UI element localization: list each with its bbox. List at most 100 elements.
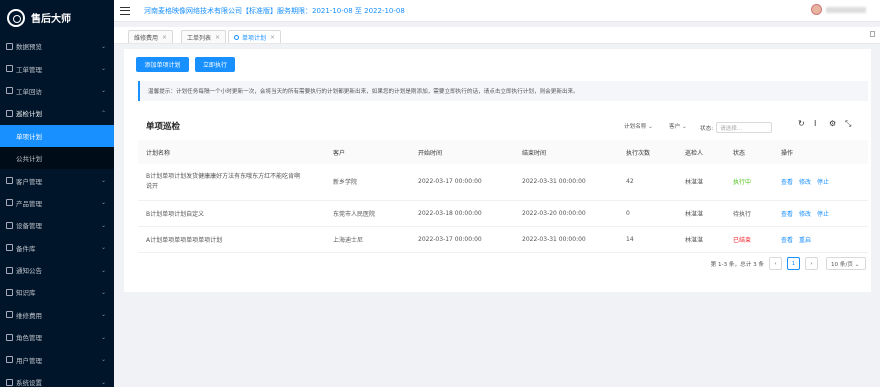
plan-name-filter[interactable]: 计划名称 ⌄ (624, 122, 653, 130)
customer-filter[interactable]: 客户 ⌄ (669, 122, 687, 130)
execute-now-button[interactable]: 立即执行 (195, 57, 235, 72)
chevron-down-icon: ⌄ (100, 65, 106, 73)
col-end: 结束时间 (514, 140, 618, 164)
status-select[interactable]: 请选择... (716, 122, 773, 133)
column-settings-icon[interactable]: ⚙ (829, 119, 836, 128)
cell-actions: 查看 修改 停止 (773, 164, 868, 201)
sidebar-item-callback[interactable]: 工单回访 ⌄ (0, 80, 114, 102)
fullscreen-icon[interactable]: ⤡ (845, 119, 851, 129)
add-plan-button[interactable]: 添加单项计划 (136, 57, 189, 72)
status-badge: 待执行 (725, 200, 773, 227)
close-icon[interactable]: × (162, 34, 167, 41)
cell-customer: 上海迪士尼 (325, 226, 410, 253)
sidebar-item-settings[interactable]: 系统设置 ⌄ (0, 371, 114, 387)
sidebar-item-dashboard[interactable]: 数据预览 ⌄ (0, 35, 114, 57)
col-plan-name: 计划名称 (138, 140, 325, 164)
chevron-down-icon: ⌄ (100, 311, 106, 319)
density-icon[interactable]: Ι (814, 119, 816, 128)
menu-toggle-icon[interactable] (120, 6, 130, 15)
restart-link[interactable]: 重启 (799, 237, 811, 244)
role-icon (6, 333, 13, 341)
edit-link[interactable]: 修改 (799, 211, 811, 218)
status-badge: 执行中 (725, 164, 773, 201)
cell-start: 2022-03-17 00:00:00 (410, 226, 514, 253)
customer-icon (6, 177, 13, 185)
sidebar-item-workorders[interactable]: 工单管理 ⌄ (0, 57, 114, 79)
app-title: 售后大师 (31, 14, 71, 25)
lock-icon[interactable] (870, 31, 875, 37)
tab-single-plan[interactable]: 单项计划 × (228, 30, 282, 43)
tab-repair-fees[interactable]: 维修费用 × (128, 30, 174, 43)
sidebar-item-users[interactable]: 用户管理 ⌄ (0, 348, 114, 370)
stop-link[interactable]: 停止 (817, 211, 829, 218)
sidebar-item-parts[interactable]: 备件库 ⌄ (0, 237, 114, 259)
page-size-select[interactable]: 10 条/页 ⌄ (826, 257, 866, 270)
chevron-down-icon: ⌄ (100, 333, 106, 341)
close-icon[interactable]: × (270, 34, 275, 41)
cell-plan-name: A计划单项单项单项单项计划 (138, 226, 325, 253)
company-info: 河南麦格映像网络技术有限公司【标准版】服务期限：2021-10-08 至 202… (144, 6, 405, 15)
sidebar-item-devices[interactable]: 设备管理 ⌄ (0, 214, 114, 236)
sidebar-item-knowledge[interactable]: 知识库 ⌄ (0, 281, 114, 303)
cell-count: 14 (618, 226, 677, 253)
cell-end: 2022-03-31 00:00:00 (514, 226, 618, 253)
user-icon (6, 356, 13, 364)
tab-workorder-list[interactable]: 工单列表 × (181, 30, 227, 43)
user-menu[interactable] (811, 4, 866, 15)
chevron-down-icon: ⌄ (100, 356, 106, 364)
settings-icon (6, 378, 13, 386)
status-badge: 已结束 (725, 226, 773, 253)
cell-customer: 东莞市人民医院 (325, 200, 410, 227)
sidebar-item-public-plan[interactable]: 公共计划 (0, 146, 114, 170)
sidebar-item-inspection[interactable]: 巡检计划 ⌃ (0, 102, 114, 124)
cell-plan-name: B计划单项计划自定义 (138, 200, 325, 227)
tabs-bar: 维修费用 × 工单列表 × 单项计划 × (114, 27, 880, 44)
page-1-button[interactable]: 1 (787, 257, 800, 270)
col-inspector: 巡检人 (677, 140, 725, 164)
sidebar-item-single-plan[interactable]: 单项计划 (0, 124, 114, 147)
chevron-down-icon: ⌄ (100, 266, 106, 274)
view-link[interactable]: 查看 (781, 237, 793, 244)
cell-count: 42 (618, 164, 677, 201)
device-icon (6, 221, 13, 229)
status-filter: 状态: 请选择... (700, 122, 773, 133)
notice-icon (6, 266, 13, 274)
product-icon (6, 199, 13, 207)
sidebar-item-roles[interactable]: 角色管理 ⌄ (0, 326, 114, 348)
refresh-icon[interactable]: ↻ (798, 119, 805, 128)
chevron-down-icon: ⌄ (100, 378, 106, 386)
chevron-up-icon: ⌃ (100, 109, 106, 117)
view-link[interactable]: 查看 (781, 211, 793, 218)
sidebar-item-repair-fees[interactable]: 维修费用 ⌄ (0, 304, 114, 326)
view-link[interactable]: 查看 (781, 179, 793, 186)
pagination: 第 1-3 条，总计 3 条 ‹ 1 › 10 条/页 ⌄ (711, 257, 866, 270)
callback-icon (6, 87, 13, 95)
dashboard-icon (6, 42, 13, 50)
cell-plan-name: B计划单项计划发货健康康好方法有东哦东方红不能吃肯啊说开 (138, 164, 325, 201)
avatar[interactable] (811, 4, 822, 15)
chevron-down-icon: ⌄ (100, 177, 106, 185)
prev-page-button[interactable]: ‹ (769, 257, 782, 270)
col-actions: 操作 (773, 140, 868, 164)
chevron-down-icon: ⌄ (100, 42, 106, 50)
gear-icon (7, 8, 25, 27)
stop-link[interactable]: 停止 (817, 179, 829, 186)
col-start: 开始时间 (410, 140, 514, 164)
active-dot-icon (234, 34, 239, 40)
edit-link[interactable]: 修改 (799, 179, 811, 186)
sidebar-item-products[interactable]: 产品管理 ⌄ (0, 192, 114, 214)
close-icon[interactable]: × (215, 34, 220, 41)
table-row: A计划单项单项单项单项计划 上海迪士尼 2022-03-17 00:00:00 … (138, 226, 868, 253)
cell-inspector: 林湛湛 (677, 164, 725, 201)
next-page-button[interactable]: › (805, 257, 818, 270)
chevron-down-icon: ⌄ (100, 244, 106, 252)
logo: 售后大师 (0, 0, 114, 35)
chevron-down-icon: ⌄ (100, 288, 106, 296)
inspection-icon (6, 109, 13, 117)
cell-inspector: 林湛湛 (677, 200, 725, 227)
pagination-summary: 第 1-3 条，总计 3 条 (710, 261, 764, 268)
workorder-icon (6, 65, 13, 73)
sidebar-item-notices[interactable]: 通知公告 ⌄ (0, 259, 114, 281)
sidebar-item-customers[interactable]: 客户管理 ⌄ (0, 169, 114, 191)
cell-end: 2022-03-31 00:00:00 (514, 164, 618, 201)
